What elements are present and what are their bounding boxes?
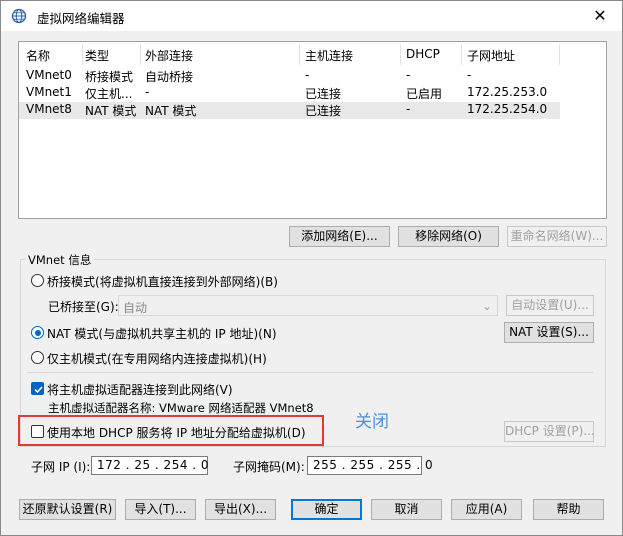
window-title: 虚拟网络编辑器 bbox=[37, 11, 125, 26]
cell-name: VMnet0 bbox=[26, 68, 72, 82]
table-row[interactable]: VMnet1 仅主机... - 已连接 已启用 172.25.253.0 bbox=[19, 85, 560, 102]
remove-network-button[interactable]: 移除网络(O) bbox=[398, 226, 499, 247]
col-header-dhcp[interactable]: DHCP bbox=[406, 47, 461, 61]
host-only-radio[interactable] bbox=[31, 351, 44, 364]
divider bbox=[27, 372, 593, 373]
bridged-to-select[interactable]: 自动 ⌄ bbox=[118, 295, 498, 316]
col-header-name[interactable]: 名称 bbox=[26, 47, 84, 64]
cell-type: 桥接模式 bbox=[85, 70, 134, 84]
dhcp-settings-button[interactable]: DHCP 设置(P)... bbox=[504, 421, 595, 442]
restore-defaults-button[interactable]: 还原默认设置(R) bbox=[19, 499, 116, 520]
nat-mode-radio[interactable] bbox=[31, 326, 44, 339]
export-button[interactable]: 导出(X)... bbox=[205, 499, 276, 520]
ok-button[interactable]: 确定 bbox=[291, 499, 362, 520]
connect-adapter-label[interactable]: 将主机虚拟适配器连接到此网络(V) bbox=[47, 381, 233, 398]
col-header-subnet[interactable]: 子网地址 bbox=[467, 47, 557, 64]
subnet-ip-input[interactable]: 172 . 25 . 254 . 0 bbox=[91, 456, 209, 475]
rename-network-button[interactable]: 重命名网络(W)... bbox=[507, 226, 607, 247]
apply-button[interactable]: 应用(A) bbox=[451, 499, 522, 520]
network-list-header: 名称 类型 外部连接 主机连接 DHCP 子网地址 bbox=[19, 44, 560, 67]
help-button[interactable]: 帮助 bbox=[533, 499, 604, 520]
annotation-text: 关闭 bbox=[355, 412, 389, 432]
adapter-name-text: 主机虚拟适配器名称: VMware 网络适配器 VMnet8 bbox=[48, 401, 314, 415]
table-row[interactable]: VMnet0 桥接模式 自动桥接 - - - bbox=[19, 68, 560, 85]
virtual-network-editor-window: 虚拟网络编辑器 ✕ 名称 类型 外部连接 主机连接 DHCP 子网地址 VMne… bbox=[0, 0, 623, 536]
cell-type: 仅主机... bbox=[85, 87, 133, 101]
cell-type: NAT 模式 bbox=[85, 104, 137, 118]
close-icon[interactable]: ✕ bbox=[589, 5, 611, 27]
bridged-to-value: 自动 bbox=[123, 301, 148, 315]
col-header-type[interactable]: 类型 bbox=[85, 47, 143, 64]
cell-host: 已连接 bbox=[305, 87, 342, 101]
cell-dhcp: - bbox=[406, 102, 411, 116]
cell-host: 已连接 bbox=[305, 104, 342, 118]
bridge-mode-label[interactable]: 桥接模式(将虚拟机直接连接到外部网络)(B) bbox=[47, 273, 278, 290]
cell-subnet: - bbox=[467, 68, 472, 82]
bridged-to-label: 已桥接至(G): bbox=[48, 300, 119, 314]
subnet-mask-label: 子网掩码(M): bbox=[233, 460, 305, 474]
chevron-down-icon: ⌄ bbox=[481, 299, 492, 313]
cell-name: VMnet8 bbox=[26, 102, 72, 116]
nat-mode-label[interactable]: NAT 模式(与虚拟机共享主机的 IP 地址)(N) bbox=[47, 325, 277, 342]
cell-name: VMnet1 bbox=[26, 85, 72, 99]
checkmark-icon bbox=[34, 386, 43, 394]
bridge-mode-radio[interactable] bbox=[31, 274, 44, 287]
cell-external: NAT 模式 bbox=[145, 104, 197, 118]
auto-settings-button[interactable]: 自动设置(U)... bbox=[506, 295, 594, 316]
network-list[interactable]: 名称 类型 外部连接 主机连接 DHCP 子网地址 VMnet0 桥接模式 自动… bbox=[18, 41, 607, 219]
vmnet-info-label: VMnet 信息 bbox=[25, 252, 95, 268]
cell-dhcp: - bbox=[406, 68, 411, 82]
cancel-button[interactable]: 取消 bbox=[371, 499, 442, 520]
host-only-label[interactable]: 仅主机模式(在专用网络内连接虚拟机)(H) bbox=[47, 350, 267, 367]
network-globe-icon bbox=[11, 8, 27, 24]
cell-subnet: 172.25.253.0 bbox=[467, 85, 548, 99]
import-button[interactable]: 导入(T)... bbox=[125, 499, 196, 520]
add-network-button[interactable]: 添加网络(E)... bbox=[289, 226, 390, 247]
connect-adapter-checkbox[interactable] bbox=[31, 382, 44, 395]
table-row-selected[interactable]: VMnet8 NAT 模式 NAT 模式 已连接 - 172.25.254.0 bbox=[19, 102, 560, 119]
subnet-mask-input[interactable]: 255 . 255 . 255 . 0 bbox=[307, 456, 433, 475]
cell-host: - bbox=[305, 68, 310, 82]
cell-external: - bbox=[145, 85, 150, 99]
cell-subnet: 172.25.254.0 bbox=[467, 102, 548, 116]
nat-settings-button[interactable]: NAT 设置(S)... bbox=[504, 322, 594, 343]
red-highlight-box bbox=[18, 415, 324, 446]
subnet-ip-label: 子网 IP (I): bbox=[31, 460, 91, 474]
title-bar: 虚拟网络编辑器 ✕ bbox=[1, 1, 622, 31]
col-header-external[interactable]: 外部连接 bbox=[145, 47, 300, 64]
col-header-host[interactable]: 主机连接 bbox=[305, 47, 400, 64]
cell-dhcp: 已启用 bbox=[406, 87, 443, 101]
cell-external: 自动桥接 bbox=[145, 70, 194, 84]
